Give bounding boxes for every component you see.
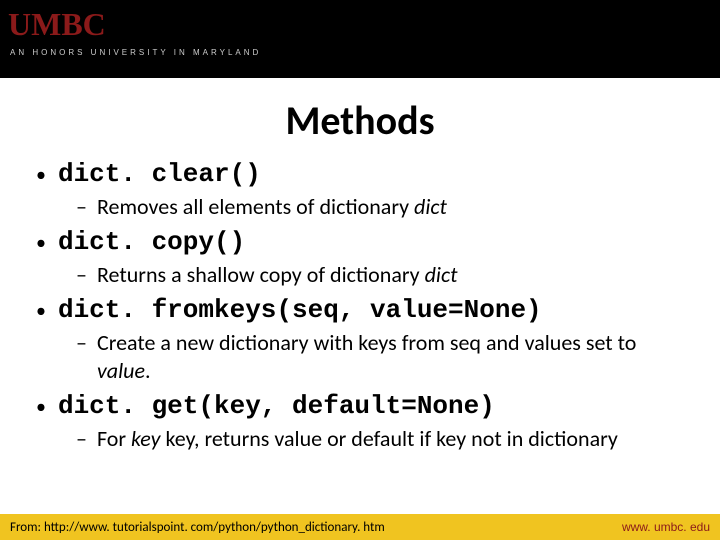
method-name: dict. copy() xyxy=(58,227,245,257)
desc-text: For key key, returns value or default if… xyxy=(97,425,618,453)
slide-title: Methods xyxy=(0,96,720,145)
footer-site: www. umbc. edu xyxy=(622,520,710,534)
dash-icon: – xyxy=(76,329,87,357)
desc-pre: For xyxy=(97,425,131,452)
method-item: • dict. copy() xyxy=(36,227,690,259)
desc-pre: Removes all elements of dictionary xyxy=(97,193,414,220)
method-name: dict. get(key, default=None) xyxy=(58,391,495,421)
method-name: dict. clear() xyxy=(58,159,261,189)
desc-text: Removes all elements of dictionary dict xyxy=(97,193,447,221)
dash-icon: – xyxy=(76,425,87,453)
desc-text: Returns a shallow copy of dictionary dic… xyxy=(97,261,458,289)
footer-bar: From: http://www. tutorialspoint. com/py… xyxy=(0,514,720,540)
method-desc: – Removes all elements of dictionary dic… xyxy=(76,193,690,221)
bullet-icon: • xyxy=(36,159,46,191)
desc-post: key, returns value or default if key not… xyxy=(161,425,618,452)
desc-em: key xyxy=(131,425,160,452)
desc-em: dict xyxy=(414,193,447,220)
content-area: • dict. clear() – Removes all elements o… xyxy=(0,159,720,453)
desc-post: . xyxy=(145,357,151,384)
dash-icon: – xyxy=(76,261,87,289)
method-name: dict. fromkeys(seq, value=None) xyxy=(58,295,542,325)
desc-em: value xyxy=(97,357,145,384)
method-item: • dict. fromkeys(seq, value=None) xyxy=(36,295,690,327)
desc-text: Create a new dictionary with keys from s… xyxy=(97,329,690,385)
method-desc: – Returns a shallow copy of dictionary d… xyxy=(76,261,690,289)
bullet-icon: • xyxy=(36,295,46,327)
method-item: • dict. clear() xyxy=(36,159,690,191)
method-desc: – Create a new dictionary with keys from… xyxy=(76,329,690,385)
desc-pre: Create a new dictionary with keys from s… xyxy=(97,329,636,356)
dash-icon: – xyxy=(76,193,87,221)
bullet-icon: • xyxy=(36,391,46,423)
logo: UMBC xyxy=(8,6,106,43)
footer-source: From: http://www. tutorialspoint. com/py… xyxy=(10,520,385,535)
method-desc: – For key key, returns value or default … xyxy=(76,425,690,453)
tagline: AN HONORS UNIVERSITY IN MARYLAND xyxy=(10,48,261,57)
desc-pre: Returns a shallow copy of dictionary xyxy=(97,261,425,288)
bullet-icon: • xyxy=(36,227,46,259)
header-bar: UMBC AN HONORS UNIVERSITY IN MARYLAND xyxy=(0,0,720,78)
method-item: • dict. get(key, default=None) xyxy=(36,391,690,423)
desc-em: dict xyxy=(425,261,458,288)
logo-text: UMBC xyxy=(8,6,106,42)
